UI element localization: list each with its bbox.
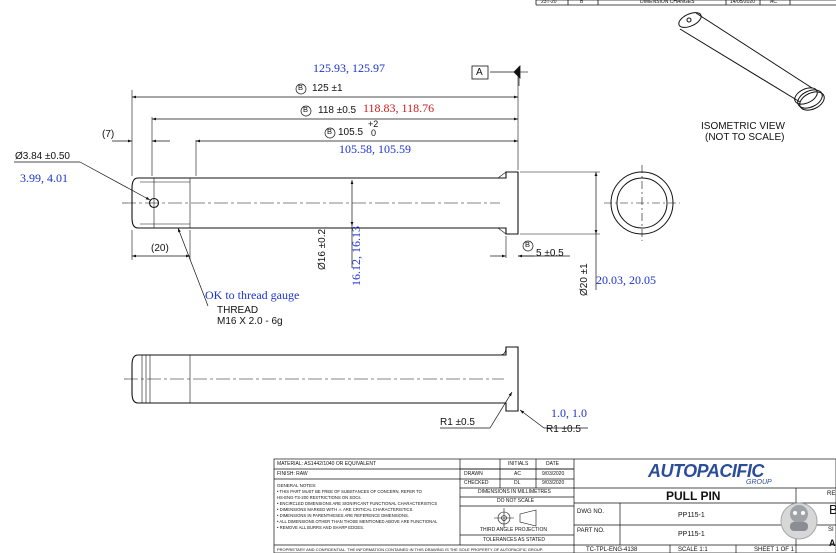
head-diameter-measured: 20.03, 20.05 <box>596 273 656 287</box>
projection-note: THIRD ANGLE PROJECTION <box>480 527 547 533</box>
part-title: PULL PIN <box>666 489 721 503</box>
drawn-label: DRAWN <box>464 471 483 477</box>
initials-header: INITIALS <box>508 461 529 467</box>
size-value: A <box>829 538 836 548</box>
critical-symbol-head: B <box>525 240 531 249</box>
thread-spec: M16 X 2.0 - 6g <box>217 316 283 327</box>
scale-note: SCALE 1:1 <box>678 547 708 553</box>
date-header: DATE <box>546 461 559 467</box>
head-diameter-dim: Ø20 ±1 <box>579 263 590 296</box>
rev-date: 14/05/2020 <box>730 0 756 5</box>
rev-value: B <box>829 502 836 517</box>
isometric-pin <box>678 12 825 111</box>
leader-lines <box>14 71 588 429</box>
radius-dim-2: R1 ±0.5 <box>546 424 581 435</box>
pin-side-view <box>122 171 519 235</box>
part-no-value: PP115-1 <box>678 531 705 538</box>
sheet-note: SHEET 1 OF 1 <box>754 547 794 553</box>
finish-note: FINISH: RAW <box>277 471 308 477</box>
radius-measured: 1.0, 1.0 <box>551 406 587 420</box>
checked-initials: DL <box>514 480 521 486</box>
body-length-dim: 118 ±0.5 <box>318 105 357 116</box>
critical-symbol-overall: B <box>298 83 304 92</box>
assistant-avatar[interactable] <box>780 502 818 540</box>
pin-lower-view <box>124 346 519 412</box>
pin-end-view <box>604 165 680 241</box>
hole-diameter-measured: 3.99, 4.01 <box>20 171 68 185</box>
rev-description: DIMENSION CHANGES <box>640 0 695 5</box>
overall-length-dim: 125 ±1 <box>312 83 343 94</box>
drawn-initials: AC <box>514 471 521 477</box>
material-note: MATERIAL: AS1442/1040 OR EQUIVALENT <box>277 461 377 467</box>
hole-diameter-dim: Ø3.84 ±0.50 <box>15 151 70 162</box>
third-angle-symbol <box>494 508 537 528</box>
iso-label-line1: ISOMETRIC VIEW <box>701 121 785 132</box>
size-label: SI <box>828 527 834 533</box>
units-note: DIMENSIONS IN MILLIMETRES <box>478 489 551 495</box>
company-logo: AUTOPACIFIC <box>648 461 764 481</box>
iso-label-line2: (NOT TO SCALE) <box>705 132 785 143</box>
general-notes-title: GENERAL NOTES: <box>277 483 317 488</box>
do-not-scale-note: DO NOT SCALE <box>497 498 535 504</box>
drawn-date: 9/03/2020 <box>542 471 565 477</box>
body-length-measured: 118.83, 118.76 <box>363 101 435 115</box>
rev-id: 23T-20 <box>541 0 557 5</box>
critical-symbol-shank: B <box>327 127 333 136</box>
shank-length-measured: 105.58, 105.59 <box>339 142 411 156</box>
part-no-label: PART NO. <box>577 528 605 534</box>
shank-length-dim: 105.5 <box>338 127 364 138</box>
proprietary-note: PROPRIETARY AND CONFIDENTIAL. THE INFORM… <box>277 547 544 552</box>
company-logo-sub: GROUP <box>746 479 772 486</box>
critical-symbol-body: B <box>303 105 309 114</box>
tolerances-note: TOLERANCES AS STATED <box>483 537 545 543</box>
radius-dim-1: R1 ±0.5 <box>440 417 475 428</box>
head-length-dim: 5 ±0.5 <box>536 248 564 259</box>
dwg-no-label: DWG NO. <box>577 509 604 515</box>
thread-label: THREAD <box>217 305 259 316</box>
overall-measured: 125.93, 125.97 <box>313 61 385 75</box>
form-number: TC-TPL-ENG-4138 <box>586 547 638 553</box>
general-note: • REMOVE ALL BURRS AND SHARP EDGES. <box>277 525 365 530</box>
thread-gauge-note: OK to thread gauge <box>205 288 300 302</box>
shank-diameter-measured: 16.12, 16.13 <box>349 226 363 286</box>
rev-label: RE <box>827 491 836 497</box>
datum-letter: A <box>476 67 483 78</box>
ref-dim-7: (7) <box>102 129 115 140</box>
shank-diameter-dim: Ø16 ±0.2 <box>317 228 328 270</box>
rev-by: AC <box>770 0 777 5</box>
checked-label: CHECKED <box>464 480 489 486</box>
checked-date: 9/03/2020 <box>542 480 565 486</box>
shank-tol-minus: 0 <box>371 128 377 138</box>
ref-dim-20: (20) <box>151 243 169 254</box>
engineering-drawing-sheet: 23T-20 B DIMENSION CHANGES 14/05/2020 AC… <box>0 0 836 553</box>
general-notes-list: • THIS PART MUST BE FREE OF SUBSTANCES O… <box>277 489 437 532</box>
rev-letter: B <box>580 0 584 5</box>
dwg-no-value: PP115-1 <box>678 512 705 519</box>
